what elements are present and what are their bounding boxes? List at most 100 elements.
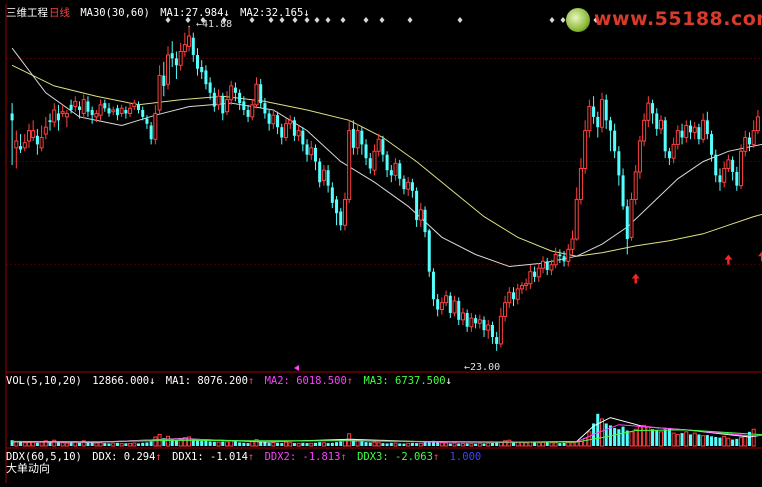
price-header: 三维工程日线 MA30(30,60) MA1:27.984↓ MA2:32.16… <box>6 7 314 19</box>
volume-bar <box>558 443 561 446</box>
candle-body <box>407 182 410 189</box>
volume-bar <box>478 443 481 446</box>
candle <box>634 165 637 205</box>
candle <box>348 120 351 203</box>
candle-body <box>440 303 443 310</box>
volume-bar <box>196 440 199 446</box>
candle <box>293 117 296 141</box>
ddx-sub-label: 大单动向 <box>6 463 50 475</box>
candle <box>129 103 132 117</box>
candle-body <box>466 313 469 327</box>
candle-body <box>436 299 439 309</box>
candle <box>200 60 203 79</box>
candle-body <box>567 249 570 261</box>
candle <box>432 268 435 306</box>
candle <box>322 165 325 186</box>
candle <box>276 112 279 134</box>
candle-body <box>158 76 161 110</box>
candle-body <box>693 127 696 132</box>
volume-bar <box>419 443 422 446</box>
candle <box>411 179 414 198</box>
candle-body <box>592 107 595 117</box>
candle <box>247 105 250 122</box>
candle <box>533 267 536 282</box>
volume-bar <box>27 442 30 446</box>
volume-bar <box>457 443 460 446</box>
volume-bar <box>268 443 271 446</box>
candle <box>655 108 658 136</box>
volume-bar <box>108 443 111 446</box>
candle <box>579 158 582 204</box>
candle <box>171 41 174 67</box>
candle-body <box>369 158 372 168</box>
volume-bar <box>386 443 389 446</box>
candle-body <box>129 108 132 113</box>
candle <box>365 139 368 165</box>
volume-bar <box>289 443 292 446</box>
candle-body <box>504 303 507 317</box>
volume-bar <box>537 443 540 446</box>
volume-bar <box>145 442 148 446</box>
volume-bar <box>339 441 342 446</box>
volume-bar <box>643 425 646 446</box>
candle <box>461 308 464 325</box>
watermark-text: www.55188.com <box>594 8 762 30</box>
candle-body <box>40 138 43 148</box>
candle <box>424 206 427 237</box>
candle-body <box>723 168 726 182</box>
candle-body <box>470 318 473 327</box>
vol-ma3: MA3: 6737.500 <box>363 375 445 387</box>
watermark-logo <box>566 8 590 32</box>
candle-body <box>643 120 646 141</box>
candle-body <box>108 108 111 113</box>
candle-body <box>145 119 148 124</box>
ma1-label: MA1: <box>160 7 185 19</box>
candle <box>301 127 304 151</box>
volume-bar <box>78 443 81 446</box>
candle-body <box>541 261 544 268</box>
candle <box>571 230 574 254</box>
volume-bar <box>293 443 296 446</box>
ma-title: MA30(30,60) <box>80 7 150 19</box>
candle <box>234 82 237 101</box>
volume-bar <box>242 443 245 446</box>
candle <box>567 244 570 266</box>
candle-body <box>537 268 540 277</box>
candle-body <box>659 120 662 129</box>
volume-bar <box>213 442 216 446</box>
candle <box>596 112 599 138</box>
volume-bar <box>377 443 380 446</box>
candle <box>428 229 431 277</box>
volume-bar <box>563 443 566 446</box>
candlestick-chart <box>0 0 762 483</box>
candle-body <box>112 110 115 112</box>
candle-body <box>575 199 578 239</box>
volume-bar <box>200 441 203 446</box>
candle <box>65 110 68 127</box>
candle <box>718 168 721 190</box>
candle-body <box>209 82 212 92</box>
candle <box>259 79 262 108</box>
candle-body <box>61 112 64 114</box>
volume-bar <box>166 436 169 446</box>
candle <box>495 332 498 351</box>
candle <box>188 26 191 52</box>
candle-body <box>318 162 321 183</box>
candle <box>445 291 448 306</box>
candle-body <box>137 105 140 110</box>
signal-arrow <box>724 255 732 265</box>
volume-bar <box>234 441 237 446</box>
candle-body <box>740 151 743 185</box>
volume-bar <box>541 442 544 446</box>
candle <box>57 105 60 131</box>
candle <box>491 322 494 344</box>
signal-arrow <box>632 274 640 284</box>
candle-body <box>419 210 422 220</box>
volume-bar <box>579 441 582 446</box>
candle-body <box>605 100 608 121</box>
candle-body <box>335 199 338 213</box>
candle <box>251 100 254 121</box>
volume-bar <box>407 443 410 446</box>
candle-body <box>744 138 747 152</box>
candle-body <box>411 182 414 191</box>
